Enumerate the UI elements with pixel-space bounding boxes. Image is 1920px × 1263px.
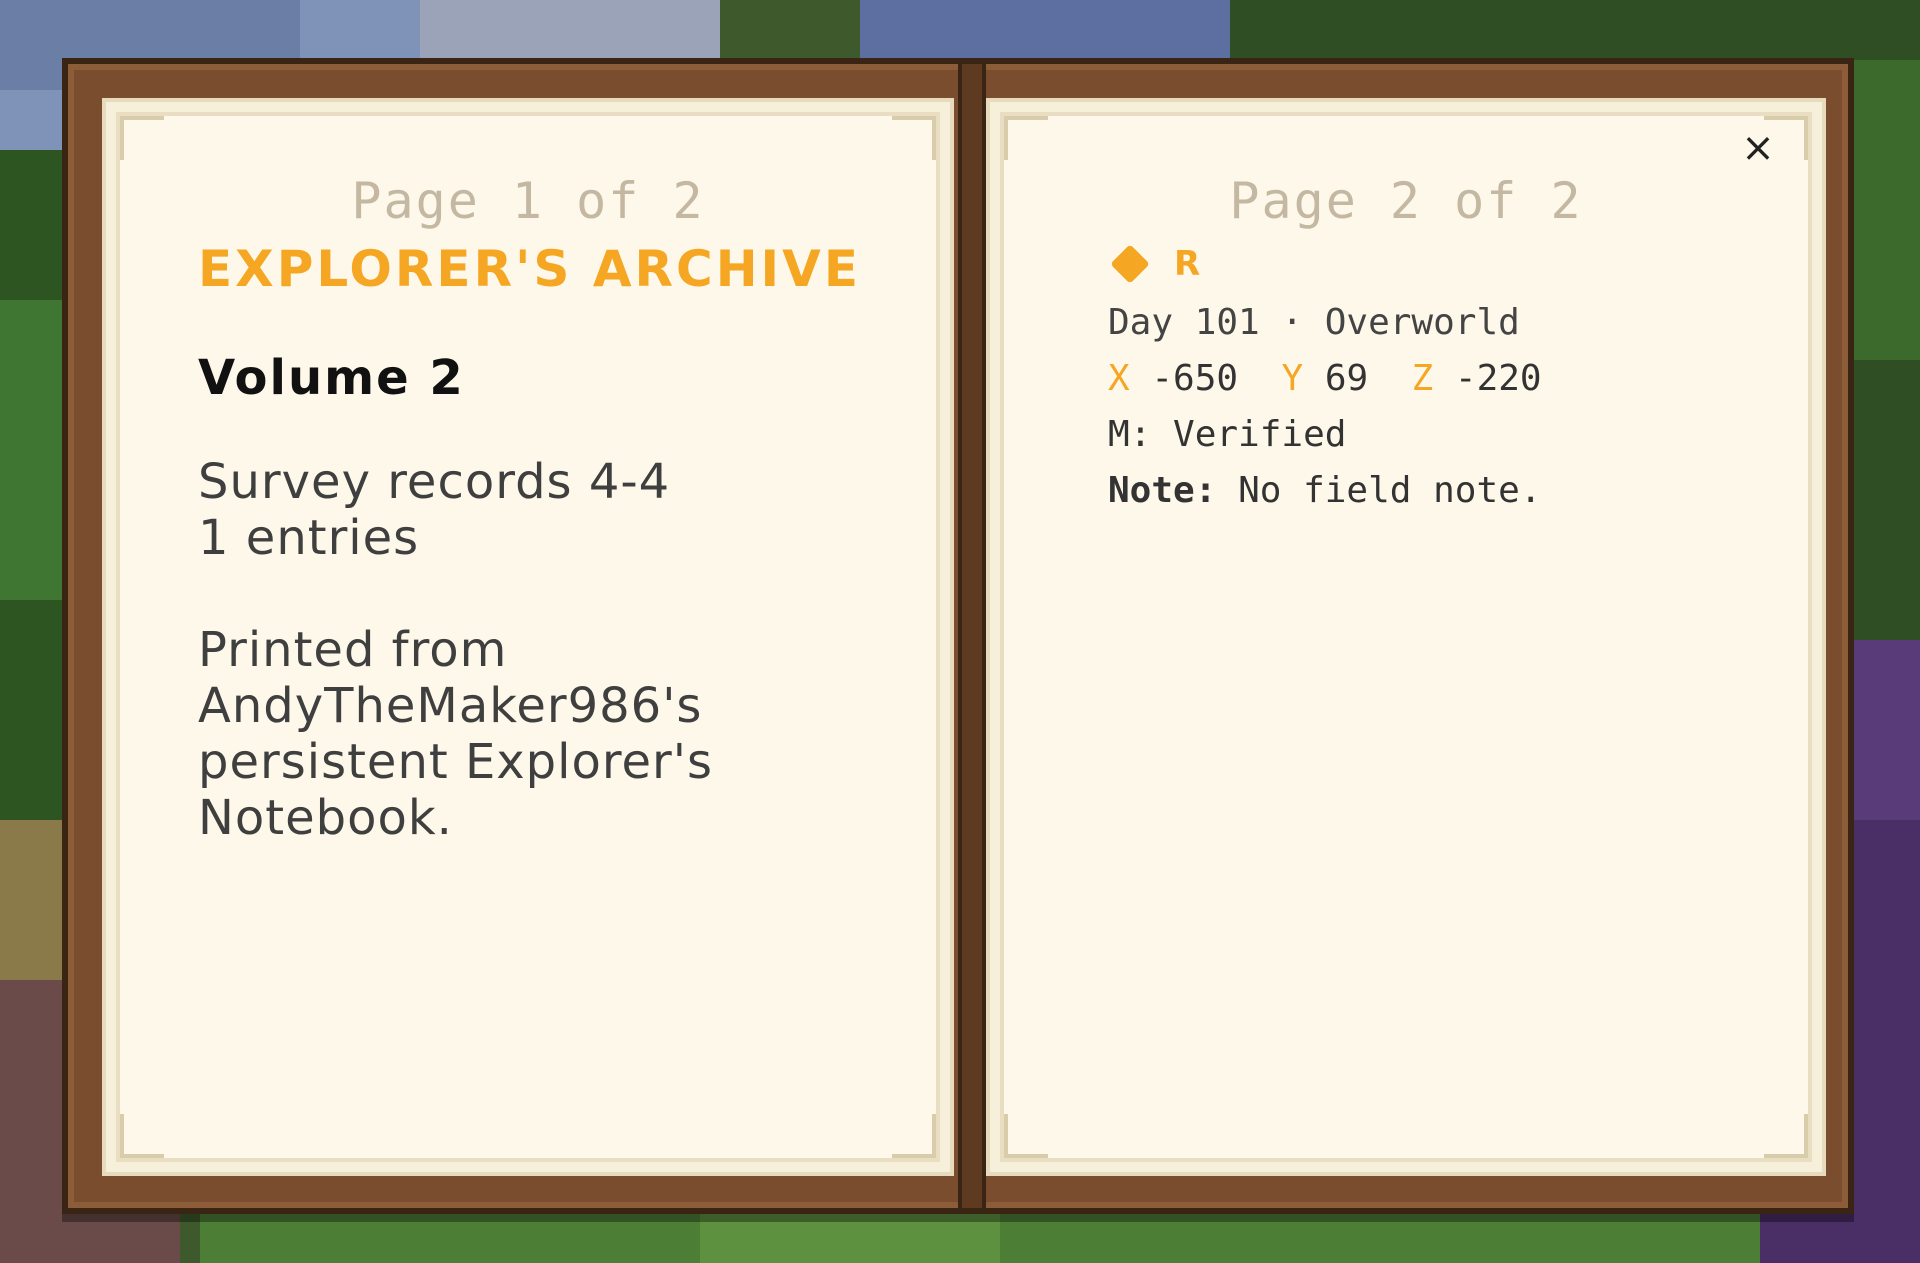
archive-title: EXPLORER'S ARCHIVE xyxy=(198,240,862,298)
note-label: Note: xyxy=(1108,470,1217,511)
page-corner xyxy=(1764,1114,1808,1158)
survey-range: Survey records 4-4 xyxy=(198,454,671,510)
left-page: Page 1 of 2 EXPLORER'S ARCHIVE Volume 2 … xyxy=(102,98,954,1176)
z-axis-label: Z xyxy=(1411,358,1434,399)
y-value: 69 xyxy=(1324,358,1369,399)
entry-count: 1 entries xyxy=(198,510,420,566)
page-corner xyxy=(892,116,936,160)
verification-status: M: Verified xyxy=(1108,414,1347,455)
coordinates: X -650 Y 69 Z -220 xyxy=(1108,358,1542,399)
sky-block xyxy=(420,0,720,60)
survey-summary: Survey records 4-4 1 entries xyxy=(198,454,670,566)
page-corner xyxy=(1004,116,1048,160)
entry-header: R xyxy=(1108,244,1200,284)
printed-line: Printed from xyxy=(198,622,508,678)
page-corner xyxy=(892,1114,936,1158)
left-page-number: Page 1 of 2 xyxy=(351,172,705,230)
x-axis-label: X xyxy=(1108,358,1130,399)
close-button[interactable]: × xyxy=(1736,126,1780,170)
book-spine xyxy=(958,64,986,1208)
printed-line: Notebook. xyxy=(198,790,453,846)
printed-from-text: Printed from AndyTheMaker986's persisten… xyxy=(198,622,898,846)
rarity-badge: R xyxy=(1174,244,1201,284)
page-corner xyxy=(120,116,164,160)
printed-line: AndyTheMaker986's xyxy=(198,678,703,734)
day-dimension: Day 101 · Overworld xyxy=(1108,302,1520,343)
z-value: -220 xyxy=(1454,358,1542,399)
note-text: No field note. xyxy=(1238,470,1542,511)
page-corner xyxy=(1004,1114,1048,1158)
right-page-number: Page 2 of 2 xyxy=(1229,172,1583,230)
printed-line: persistent Explorer's xyxy=(198,734,713,790)
book-gui: Page 1 of 2 EXPLORER'S ARCHIVE Volume 2 … xyxy=(62,58,1854,1214)
page-corner xyxy=(120,1114,164,1158)
field-note: Note: No field note. xyxy=(1108,470,1542,511)
y-axis-label: Y xyxy=(1281,358,1304,399)
orange-diamond-icon xyxy=(1110,244,1150,284)
right-page: × Page 2 of 2 R Day 101 · Overworld X -6… xyxy=(986,98,1826,1176)
volume-heading: Volume 2 xyxy=(198,350,465,406)
x-value: -650 xyxy=(1151,358,1239,399)
